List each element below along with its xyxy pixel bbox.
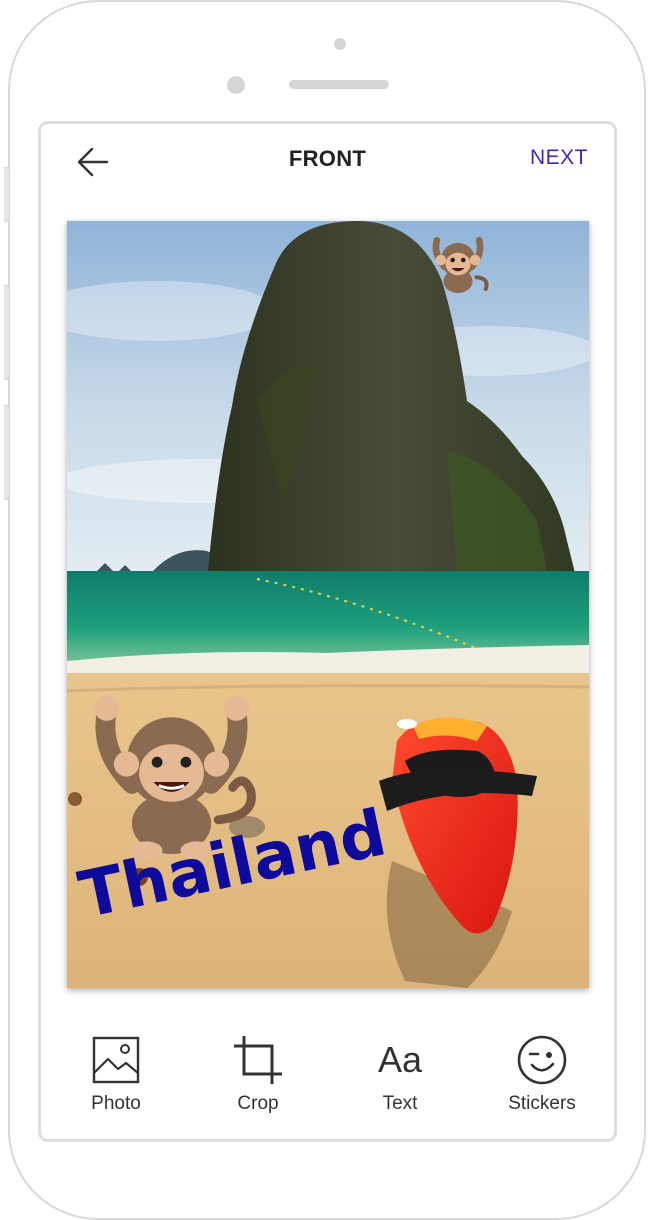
stickers-tool-button[interactable]: Stickers: [487, 1029, 597, 1115]
edit-toolbar: Photo Crop Aa Text Stickers: [41, 1029, 614, 1129]
text-tool-button[interactable]: Aa Text: [345, 1029, 455, 1115]
text-icon: Aa: [377, 1039, 423, 1080]
next-button[interactable]: NEXT: [530, 146, 588, 170]
text-tool-label: Text: [382, 1093, 418, 1114]
small-monkey-sticker[interactable]: [425, 231, 491, 297]
crop-tool-button[interactable]: Crop: [203, 1029, 313, 1115]
crop-icon: [234, 1036, 282, 1084]
wink-face-icon: [517, 1035, 567, 1085]
phone-side-button: [4, 285, 10, 380]
front-camera: [334, 38, 346, 50]
crop-tool-label: Crop: [237, 1093, 279, 1114]
proximity-sensor: [227, 76, 245, 94]
photo-tool-label: Photo: [91, 1093, 141, 1114]
image-icon: [92, 1036, 140, 1084]
phone-side-button: [4, 405, 10, 500]
page-title: FRONT: [288, 146, 367, 171]
stickers-tool-label: Stickers: [508, 1093, 576, 1114]
earpiece-speaker: [289, 80, 389, 89]
phone-side-button: [4, 167, 10, 222]
photo-tool-button[interactable]: Photo: [61, 1029, 171, 1115]
app-screen: FRONT NEXT Thailand Photo Crop Aa Text S…: [38, 121, 617, 1142]
postcard-photo[interactable]: Thailand: [67, 221, 589, 988]
